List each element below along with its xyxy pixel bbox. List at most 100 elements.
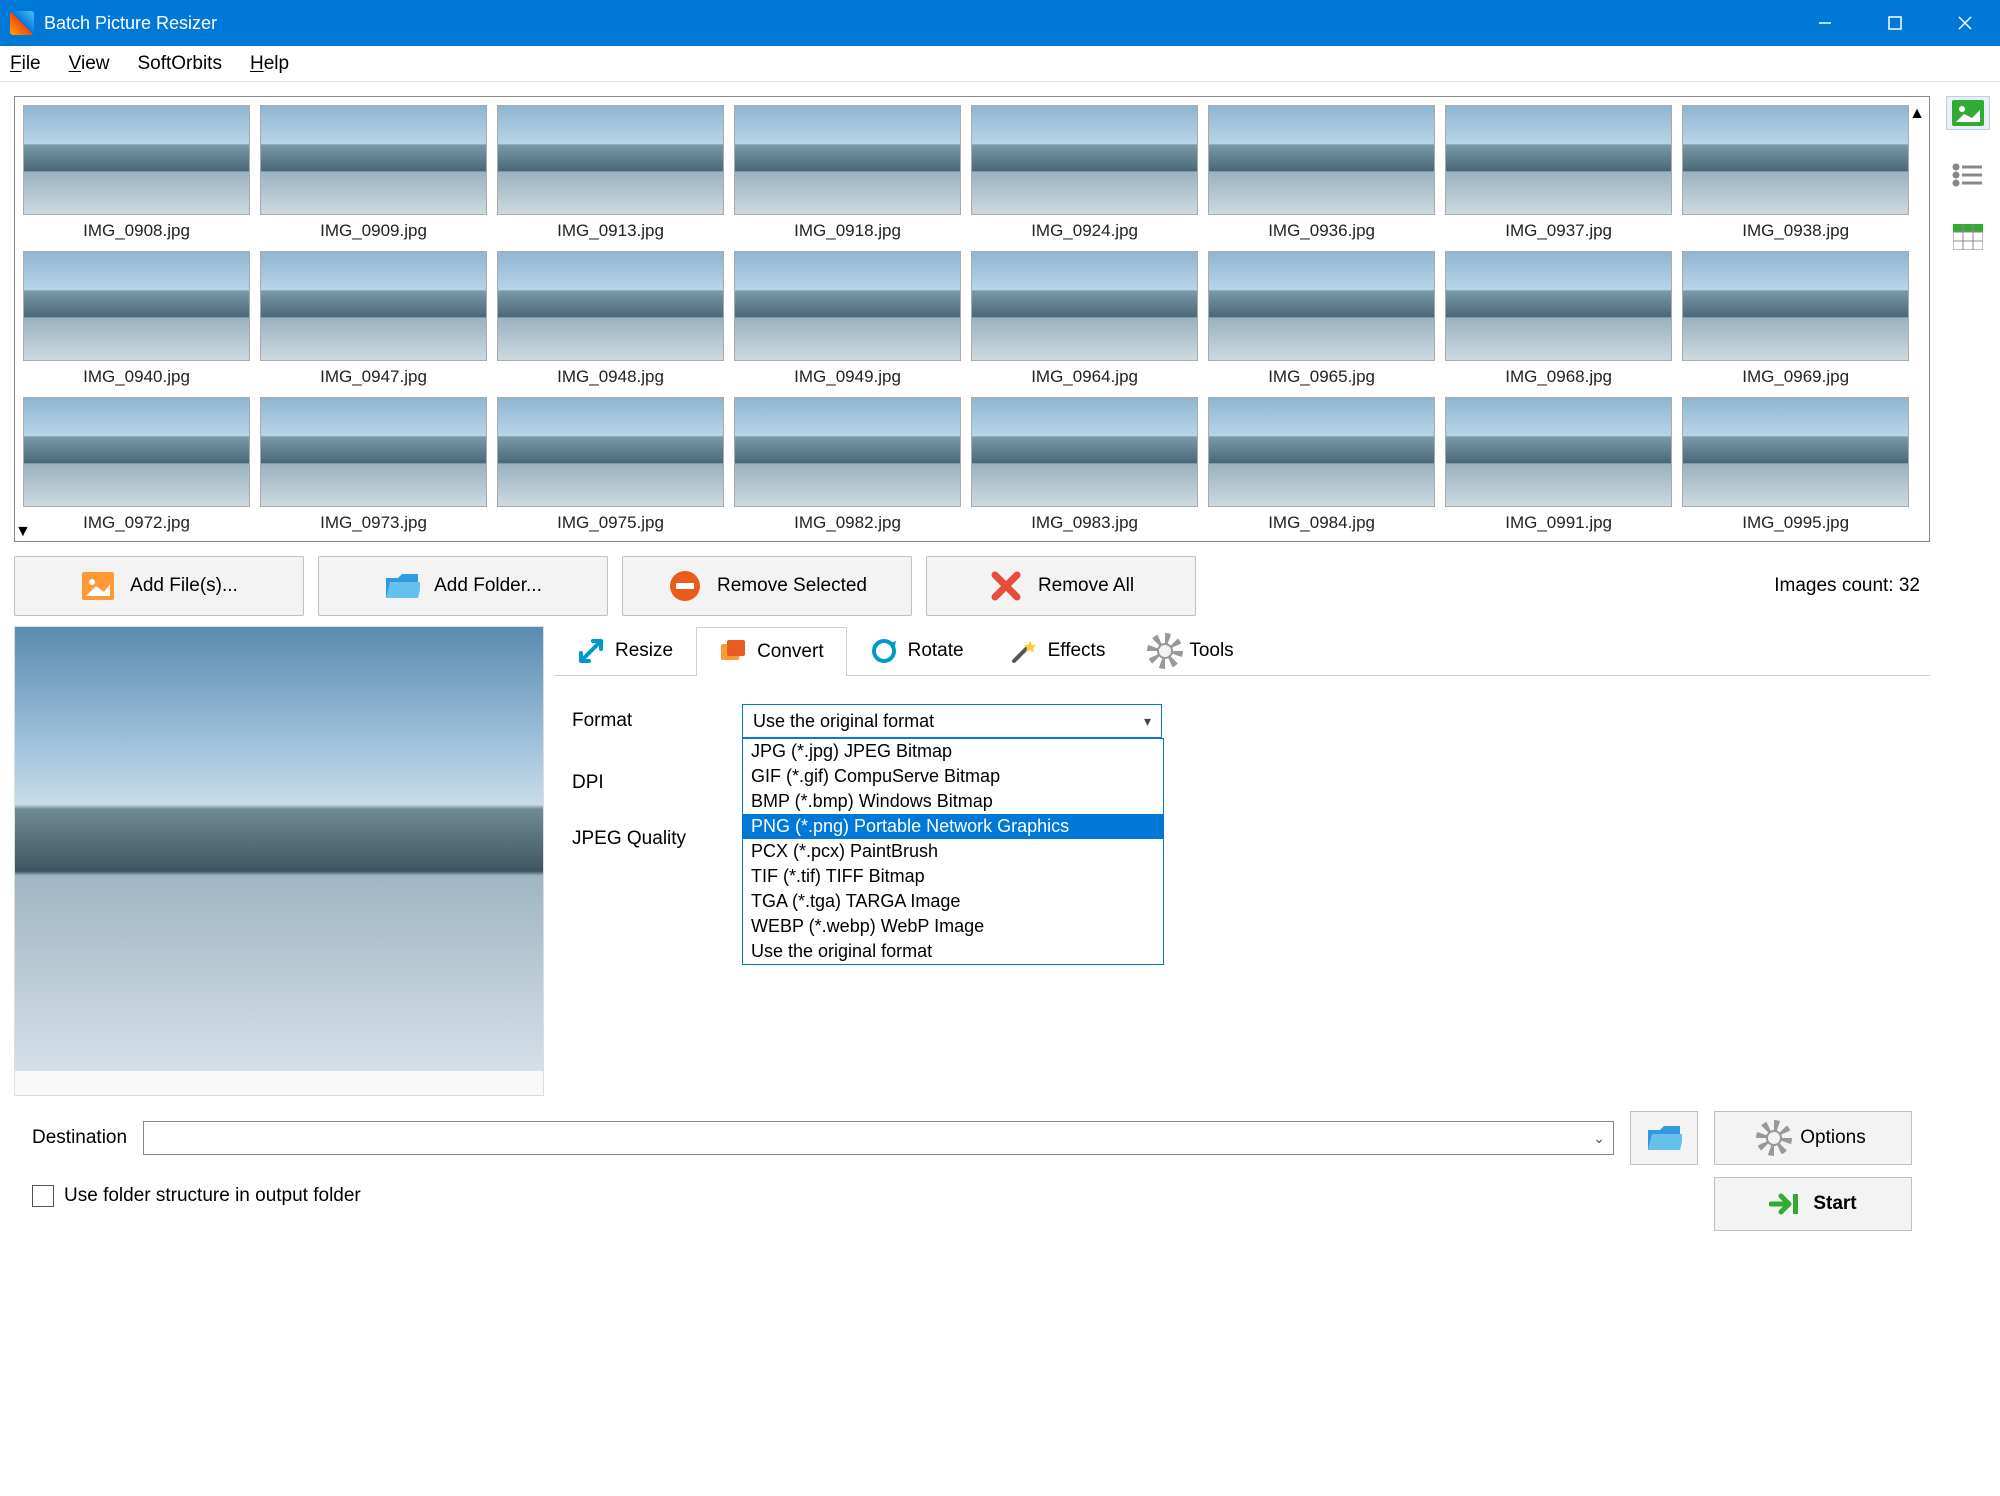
format-option[interactable]: PCX (*.pcx) PaintBrush bbox=[743, 839, 1163, 864]
format-option[interactable]: WEBP (*.webp) WebP Image bbox=[743, 914, 1163, 939]
thumbnail-item[interactable]: IMG_0913.jpg bbox=[497, 105, 724, 241]
view-details-button[interactable] bbox=[1946, 220, 1990, 254]
thumbnail-item[interactable]: IMG_0968.jpg bbox=[1445, 251, 1672, 387]
thumbnail-item[interactable]: IMG_0908.jpg bbox=[23, 105, 250, 241]
add-files-button[interactable]: Add File(s)... bbox=[14, 556, 304, 616]
format-option[interactable]: GIF (*.gif) CompuServe Bitmap bbox=[743, 764, 1163, 789]
thumbnail-item[interactable]: IMG_0995.jpg bbox=[1682, 397, 1909, 533]
gear-icon bbox=[1760, 1124, 1788, 1152]
view-thumbnails-button[interactable] bbox=[1946, 96, 1990, 130]
tab-effects[interactable]: Effects bbox=[987, 626, 1129, 675]
thumbnail-label: IMG_0948.jpg bbox=[557, 367, 664, 387]
thumbnail-label: IMG_0964.jpg bbox=[1031, 367, 1138, 387]
view-mode-toolbar bbox=[1944, 82, 2000, 1496]
thumbnail-image bbox=[1445, 105, 1672, 215]
add-files-label: Add File(s)... bbox=[130, 575, 238, 597]
thumbnail-item[interactable]: IMG_0940.jpg bbox=[23, 251, 250, 387]
thumbnail-item[interactable]: IMG_0991.jpg bbox=[1445, 397, 1672, 533]
thumbnail-item[interactable]: IMG_0918.jpg bbox=[734, 105, 961, 241]
thumbnail-label: IMG_0968.jpg bbox=[1505, 367, 1612, 387]
thumbnail-item[interactable]: IMG_0983.jpg bbox=[971, 397, 1198, 533]
thumbnail-image bbox=[734, 105, 961, 215]
destination-input[interactable]: ⌄ bbox=[143, 1121, 1614, 1155]
thumbnail-item[interactable]: IMG_0975.jpg bbox=[497, 397, 724, 533]
view-list-button[interactable] bbox=[1946, 158, 1990, 192]
format-dropdown: JPG (*.jpg) JPEG BitmapGIF (*.gif) Compu… bbox=[742, 738, 1164, 965]
thumbnail-image bbox=[23, 105, 250, 215]
preview-image bbox=[15, 627, 543, 1071]
thumbnail-item[interactable]: IMG_0973.jpg bbox=[260, 397, 487, 533]
thumbnail-image bbox=[497, 397, 724, 507]
titlebar: Batch Picture Resizer bbox=[0, 0, 2000, 46]
thumbnail-item[interactable]: IMG_0938.jpg bbox=[1682, 105, 1909, 241]
thumbnail-label: IMG_0913.jpg bbox=[557, 221, 664, 241]
thumbnail-item[interactable]: IMG_0982.jpg bbox=[734, 397, 961, 533]
add-folder-button[interactable]: Add Folder... bbox=[318, 556, 608, 616]
thumbnail-item[interactable]: IMG_0984.jpg bbox=[1208, 397, 1435, 533]
thumbnail-image bbox=[971, 251, 1198, 361]
thumbnail-image bbox=[1208, 251, 1435, 361]
menu-file[interactable]: File bbox=[10, 53, 41, 75]
format-combobox[interactable]: Use the original format ▾ JPG (*.jpg) JP… bbox=[742, 704, 1162, 738]
thumbnail-item[interactable]: IMG_0937.jpg bbox=[1445, 105, 1672, 241]
thumbnail-label: IMG_0937.jpg bbox=[1505, 221, 1612, 241]
thumbnail-label: IMG_0947.jpg bbox=[320, 367, 427, 387]
scroll-down-icon[interactable]: ▼ bbox=[15, 523, 1929, 541]
tab-rotate[interactable]: Rotate bbox=[847, 626, 987, 675]
thumbnail-image bbox=[1445, 397, 1672, 507]
thumbnail-image bbox=[1682, 251, 1909, 361]
thumbnail-item[interactable]: IMG_0949.jpg bbox=[734, 251, 961, 387]
maximize-button[interactable] bbox=[1860, 0, 1930, 46]
preview-pane bbox=[14, 626, 544, 1096]
gallery-scrollbar[interactable]: ▲ ▼ bbox=[1909, 105, 1925, 533]
thumbnail-image bbox=[971, 105, 1198, 215]
thumbnail-item[interactable]: IMG_0948.jpg bbox=[497, 251, 724, 387]
minimize-button[interactable] bbox=[1790, 0, 1860, 46]
tab-strip: Resize Convert Rotate Effects Tools bbox=[554, 626, 1930, 676]
thumbnail-label: IMG_0949.jpg bbox=[794, 367, 901, 387]
remove-selected-label: Remove Selected bbox=[717, 575, 867, 597]
format-option[interactable]: TGA (*.tga) TARGA Image bbox=[743, 889, 1163, 914]
browse-folder-button[interactable] bbox=[1630, 1111, 1698, 1165]
thumbnail-label: IMG_0924.jpg bbox=[1031, 221, 1138, 241]
thumbnail-label: IMG_0909.jpg bbox=[320, 221, 427, 241]
thumbnail-item[interactable]: IMG_0924.jpg bbox=[971, 105, 1198, 241]
thumbnail-label: IMG_0918.jpg bbox=[794, 221, 901, 241]
tab-convert[interactable]: Convert bbox=[696, 627, 847, 676]
tab-resize[interactable]: Resize bbox=[554, 626, 696, 675]
thumbnail-item[interactable]: IMG_0965.jpg bbox=[1208, 251, 1435, 387]
thumbnail-image bbox=[1208, 397, 1435, 507]
action-toolbar: Add File(s)... Add Folder... Remove Sele… bbox=[14, 556, 1930, 616]
start-button[interactable]: Start bbox=[1714, 1177, 1912, 1231]
thumbnail-image bbox=[23, 251, 250, 361]
folder-structure-checkbox[interactable] bbox=[32, 1185, 54, 1207]
thumbnail-label: IMG_0965.jpg bbox=[1268, 367, 1375, 387]
menu-view[interactable]: View bbox=[69, 53, 110, 75]
remove-all-button[interactable]: Remove All bbox=[926, 556, 1196, 616]
folder-icon bbox=[384, 568, 420, 604]
thumbnail-item[interactable]: IMG_0909.jpg bbox=[260, 105, 487, 241]
close-button[interactable] bbox=[1930, 0, 2000, 46]
thumbnail-item[interactable]: IMG_0964.jpg bbox=[971, 251, 1198, 387]
thumbnail-item[interactable]: IMG_0947.jpg bbox=[260, 251, 487, 387]
format-option[interactable]: JPG (*.jpg) JPEG Bitmap bbox=[743, 739, 1163, 764]
menu-softorbits[interactable]: SoftOrbits bbox=[137, 53, 221, 75]
thumbnail-item[interactable]: IMG_0936.jpg bbox=[1208, 105, 1435, 241]
tab-tools[interactable]: Tools bbox=[1128, 626, 1256, 675]
format-option[interactable]: PNG (*.png) Portable Network Graphics bbox=[743, 814, 1163, 839]
gear-icon bbox=[1151, 637, 1179, 665]
thumbnail-item[interactable]: IMG_0969.jpg bbox=[1682, 251, 1909, 387]
format-option[interactable]: BMP (*.bmp) Windows Bitmap bbox=[743, 789, 1163, 814]
format-option[interactable]: TIF (*.tif) TIFF Bitmap bbox=[743, 864, 1163, 889]
thumbnail-image bbox=[734, 397, 961, 507]
format-option[interactable]: Use the original format bbox=[743, 939, 1163, 964]
dpi-label: DPI bbox=[572, 772, 742, 794]
menu-help[interactable]: Help bbox=[250, 53, 289, 75]
scroll-up-icon[interactable]: ▲ bbox=[1909, 105, 1925, 123]
thumbnail-gallery: IMG_0908.jpg IMG_0909.jpg IMG_0913.jpg IMG_… bbox=[14, 96, 1930, 542]
convert-panel: Format Use the original format ▾ JPG (*.… bbox=[554, 676, 1930, 912]
thumbnail-item[interactable]: IMG_0972.jpg bbox=[23, 397, 250, 533]
options-button[interactable]: Options bbox=[1714, 1111, 1912, 1165]
thumbnail-image bbox=[23, 397, 250, 507]
remove-selected-button[interactable]: Remove Selected bbox=[622, 556, 912, 616]
